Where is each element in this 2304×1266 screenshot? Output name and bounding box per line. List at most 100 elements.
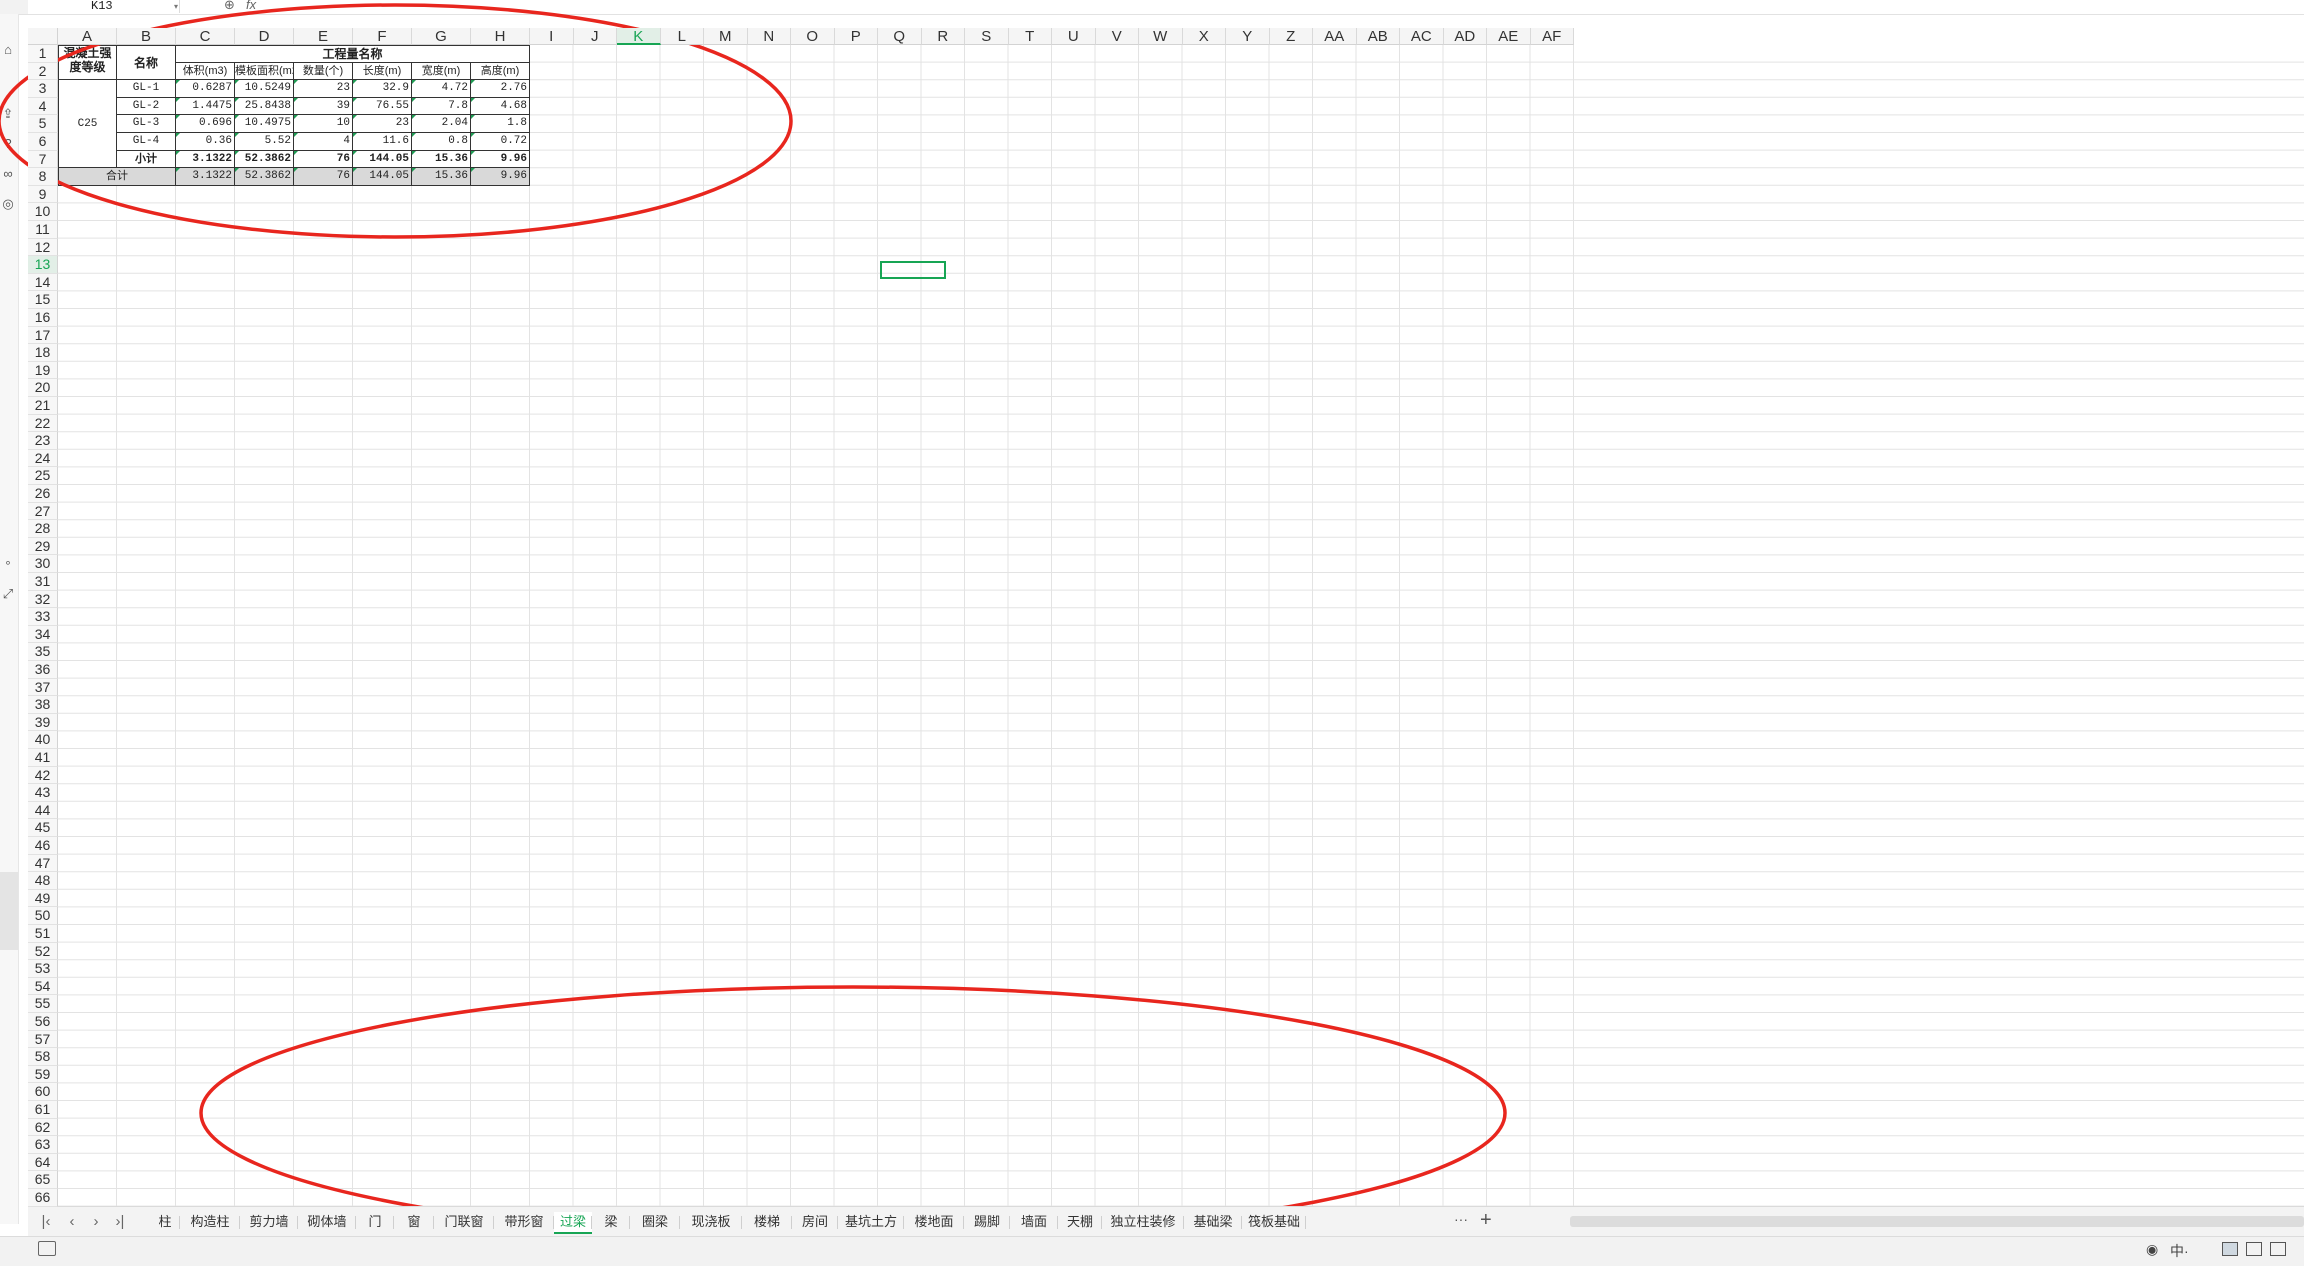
row-header-56[interactable]: 56 <box>28 1013 58 1031</box>
sheet-tab[interactable]: 独立柱装修 <box>1102 1212 1184 1232</box>
row-header-59[interactable]: 59 <box>28 1065 58 1084</box>
row-header-36[interactable]: 36 <box>28 661 58 679</box>
row-header-39[interactable]: 39 <box>28 713 58 732</box>
sheet-tab[interactable]: 柱 <box>150 1212 180 1232</box>
row-header-22[interactable]: 22 <box>28 414 58 433</box>
row-header-15[interactable]: 15 <box>28 291 58 309</box>
column-header-h[interactable]: H <box>471 28 530 45</box>
dot-icon[interactable]: ° <box>0 558 16 573</box>
toolbar-corner[interactable] <box>0 0 28 14</box>
row-header-13[interactable]: 13 <box>28 256 58 274</box>
sheet-tab[interactable]: 构造柱 <box>180 1212 240 1232</box>
cell-total-value[interactable]: 15.36 <box>412 168 471 186</box>
share-icon[interactable]: ⇪ <box>0 106 16 122</box>
row-header-41[interactable]: 41 <box>28 749 58 767</box>
sheet-tab[interactable]: 天棚 <box>1058 1212 1102 1232</box>
row-header-24[interactable]: 24 <box>28 449 58 468</box>
row-header-58[interactable]: 58 <box>28 1048 58 1066</box>
navigate-icon[interactable]: ⌂ <box>0 42 16 57</box>
column-header-ae[interactable]: AE <box>1487 28 1531 45</box>
row-header-14[interactable]: 14 <box>28 273 58 292</box>
next-sheet-icon[interactable]: › <box>86 1213 106 1230</box>
expand-icon[interactable]: ⤢ <box>0 586 16 602</box>
row-header-45[interactable]: 45 <box>28 819 58 837</box>
cell-grade[interactable]: C25 <box>58 80 117 169</box>
column-header-aa[interactable]: AA <box>1313 28 1357 45</box>
row-header-3[interactable]: 3 <box>28 80 58 98</box>
sheet-tab[interactable]: 门 <box>356 1212 394 1232</box>
row-header-21[interactable]: 21 <box>28 397 58 415</box>
cell-subtotal-value[interactable]: 3.1322 <box>176 150 235 169</box>
sheet-tab[interactable]: 梁 <box>592 1212 630 1232</box>
sheet-tab[interactable]: 基坑土方 <box>838 1212 904 1232</box>
column-header-g[interactable]: G <box>412 28 471 45</box>
column-header-ac[interactable]: AC <box>1400 28 1444 45</box>
column-header-af[interactable]: AF <box>1530 28 1574 45</box>
row-header-23[interactable]: 23 <box>28 432 58 450</box>
row-header-2[interactable]: 2 <box>28 62 58 81</box>
row-header-65[interactable]: 65 <box>28 1171 58 1189</box>
header-name[interactable]: 名称 <box>117 45 176 81</box>
row-header-20[interactable]: 20 <box>28 379 58 397</box>
location-icon[interactable]: ◎ <box>0 196 16 212</box>
row-header-11[interactable]: 11 <box>28 221 58 239</box>
column-header-c[interactable]: C <box>176 28 235 45</box>
sheet-tab[interactable]: 楼梯 <box>742 1212 792 1232</box>
row-header-18[interactable]: 18 <box>28 344 58 362</box>
cell-value[interactable]: 0.8 <box>412 133 471 151</box>
column-header-w[interactable]: W <box>1139 28 1183 45</box>
cell-value[interactable]: 4 <box>294 133 353 151</box>
column-header-p[interactable]: P <box>834 28 878 45</box>
sheet-tab[interactable]: 门联窗 <box>434 1212 494 1232</box>
sheet-tab[interactable]: 楼地面 <box>904 1212 964 1232</box>
row-header-31[interactable]: 31 <box>28 573 58 591</box>
cell-value[interactable]: 25.8438 <box>235 97 294 116</box>
cell-total-value[interactable]: 76 <box>294 168 353 186</box>
cell-subtotal-value[interactable]: 144.05 <box>353 150 412 169</box>
column-header-o[interactable]: O <box>791 28 835 45</box>
row-header-54[interactable]: 54 <box>28 977 58 996</box>
cell-value[interactable]: 0.6287 <box>176 80 235 98</box>
sheet-tab[interactable]: 墙面 <box>1010 1212 1058 1232</box>
cell-value[interactable]: 0.36 <box>176 133 235 151</box>
row-header-53[interactable]: 53 <box>28 960 58 978</box>
last-sheet-icon[interactable]: ›| <box>110 1213 130 1230</box>
column-header-z[interactable]: Z <box>1269 28 1313 45</box>
row-header-55[interactable]: 55 <box>28 995 58 1013</box>
cell-value[interactable]: 10.4975 <box>235 115 294 133</box>
row-header-4[interactable]: 4 <box>28 97 58 116</box>
cell-value[interactable]: 4.68 <box>471 97 530 116</box>
left-strip-scrollbar[interactable] <box>0 872 18 950</box>
column-header-m[interactable]: M <box>704 28 748 45</box>
row-header-44[interactable]: 44 <box>28 801 58 820</box>
cell-member-name[interactable]: GL-2 <box>117 97 176 116</box>
column-header-s[interactable]: S <box>965 28 1009 45</box>
cell-value[interactable]: 0.72 <box>471 133 530 151</box>
cell-value[interactable]: 23 <box>353 115 412 133</box>
cell-total-label[interactable]: 合计 <box>58 168 176 186</box>
sheet-tab[interactable]: 过梁 <box>554 1212 592 1234</box>
sheet-tab[interactable]: 房间 <box>792 1212 838 1232</box>
column-header-e[interactable]: E <box>294 28 353 45</box>
eye-protection-icon[interactable]: ◉ <box>2146 1241 2158 1258</box>
cell-value[interactable]: 10 <box>294 115 353 133</box>
sheet-grid[interactable] <box>58 45 2304 1206</box>
active-cell-cursor[interactable] <box>880 261 946 279</box>
cell-subtotal-value[interactable]: 15.36 <box>412 150 471 169</box>
row-header-30[interactable]: 30 <box>28 555 58 573</box>
name-box[interactable]: K13 <box>36 0 180 13</box>
row-header-33[interactable]: 33 <box>28 608 58 626</box>
row-header-61[interactable]: 61 <box>28 1101 58 1119</box>
row-header-25[interactable]: 25 <box>28 467 58 485</box>
cell-value[interactable]: 2.04 <box>412 115 471 133</box>
row-header-29[interactable]: 29 <box>28 537 58 556</box>
cell-total-value[interactable]: 52.3862 <box>235 168 294 186</box>
cell-member-name[interactable]: GL-3 <box>117 115 176 133</box>
row-header-16[interactable]: 16 <box>28 309 58 327</box>
column-header-ad[interactable]: AD <box>1443 28 1487 45</box>
cell-value[interactable]: 39 <box>294 97 353 116</box>
row-header-26[interactable]: 26 <box>28 485 58 503</box>
link-icon[interactable]: ∞ <box>0 166 16 181</box>
add-sheet-button[interactable]: + <box>1480 1209 1492 1232</box>
row-header-34[interactable]: 34 <box>28 625 58 644</box>
